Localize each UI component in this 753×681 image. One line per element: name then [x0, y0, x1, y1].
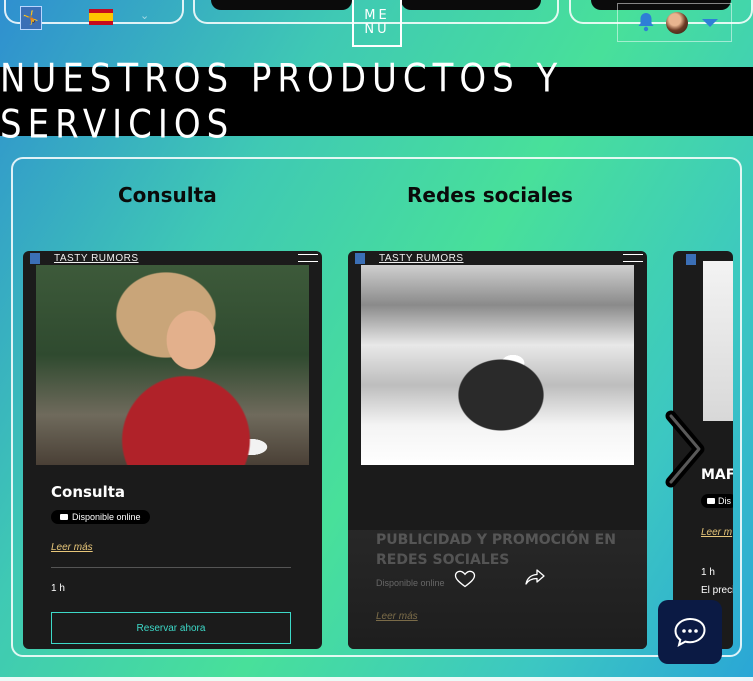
divider [51, 567, 291, 568]
online-badge: Disponible online [51, 510, 150, 524]
hamburger-icon [298, 254, 318, 262]
online-badge: Dis [701, 494, 733, 508]
mini-logo-icon [30, 252, 40, 264]
page-title: Nuestros productos y servicios [0, 55, 564, 148]
footer-divider [0, 677, 753, 681]
nav-button-right[interactable] [401, 0, 541, 10]
site-logo[interactable]: 🤸 [20, 6, 42, 30]
read-more-link[interactable]: Leer más [51, 542, 93, 553]
service-card-consulta[interactable]: TASTY RUMORS Consulta Disponible online … [23, 251, 322, 649]
card-mini-header: TASTY RUMORS [348, 251, 647, 265]
menu-button[interactable]: ME NU [352, 0, 402, 47]
read-more-link[interactable]: Leer más [376, 611, 418, 622]
service-image[interactable] [703, 261, 733, 421]
service-card-redes[interactable]: TASTY RUMORS PUBLICIDAD Y PROMOCIÓN EN R… [348, 251, 647, 649]
bell-icon[interactable] [637, 12, 655, 32]
menu-label-top: ME [364, 7, 390, 23]
book-now-button[interactable]: Reservar ahora [51, 612, 291, 644]
video-camera-icon [707, 498, 715, 504]
service-image[interactable] [36, 265, 309, 465]
price-text: El preci [701, 585, 733, 596]
badge-label: Dis [718, 496, 731, 506]
duration-text: 1 h [51, 583, 65, 594]
category-label-consulta: Consulta [118, 183, 217, 207]
chevron-down-icon[interactable]: ⌄ [140, 9, 149, 22]
chat-button[interactable] [658, 600, 722, 664]
card-mini-header: TASTY RUMORS [23, 251, 322, 265]
card-title[interactable]: PUBLICIDAD Y PROMOCIÓN EN REDES SOCIALES [376, 530, 616, 570]
read-more-link[interactable]: Leer m [701, 527, 732, 538]
user-area [617, 3, 732, 42]
section-banner: Nuestros productos y servicios [0, 56, 753, 148]
avatar[interactable] [666, 12, 688, 34]
nav-button-left[interactable] [211, 0, 352, 10]
video-camera-icon [60, 514, 68, 520]
chat-bubble-icon [674, 617, 706, 647]
online-badge: Disponible online [376, 578, 445, 588]
menu-label-bottom: NU [364, 21, 390, 37]
caret-down-icon[interactable] [702, 19, 718, 27]
badge-label: Disponible online [72, 512, 141, 522]
heart-icon[interactable] [454, 570, 476, 588]
mini-header-title: TASTY RUMORS [379, 252, 464, 264]
hamburger-icon [623, 254, 643, 262]
logo-glyph: 🤸 [22, 10, 40, 25]
share-icon[interactable] [524, 568, 546, 586]
duration-text: 1 h [701, 567, 715, 578]
spain-flag-icon[interactable] [89, 9, 113, 25]
mini-logo-icon [686, 254, 696, 265]
card-title[interactable]: Consulta [51, 483, 125, 501]
chevron-right-icon[interactable] [663, 410, 709, 488]
mini-header-title: TASTY RUMORS [54, 252, 139, 264]
mini-logo-icon [355, 252, 365, 264]
service-image[interactable] [361, 265, 634, 465]
category-label-redes: Redes sociales [407, 183, 573, 207]
